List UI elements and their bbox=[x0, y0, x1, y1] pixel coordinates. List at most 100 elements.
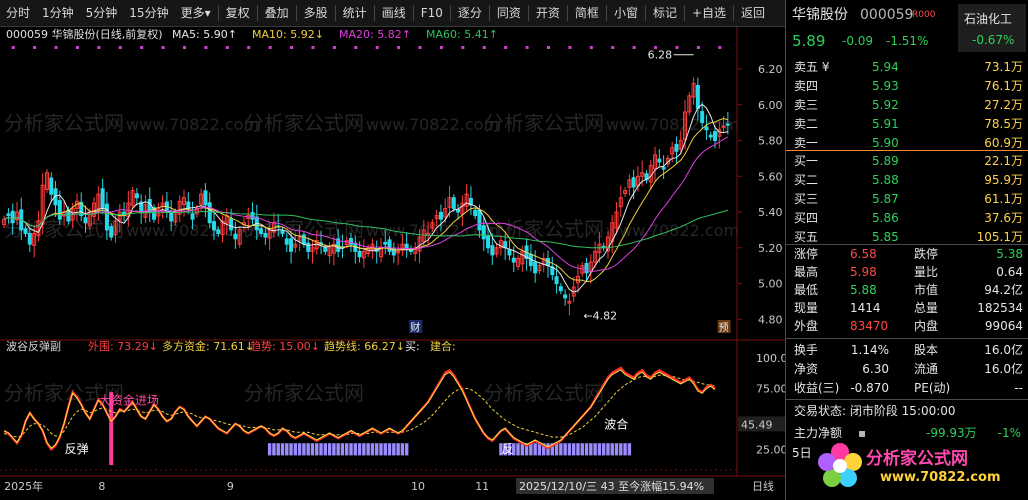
bid-price: 5.89 bbox=[872, 154, 899, 168]
stat-row: 涨停 6.58 跌停 5.38 bbox=[786, 245, 1028, 263]
stat-row: 最低 5.88 市值 94.2亿 bbox=[786, 281, 1028, 299]
candle-body bbox=[473, 209, 478, 217]
candle-body bbox=[83, 217, 88, 224]
signal-dot bbox=[718, 46, 722, 49]
bid-label: 买一 bbox=[794, 154, 819, 168]
signal-dot bbox=[482, 46, 486, 49]
quote-panel: 华锦股份 000059 R000 石油化工 -0.67% 5.89 -0.09 -1.51% 卖… bbox=[785, 0, 1028, 500]
candle-body bbox=[713, 131, 718, 142]
signal-bar bbox=[349, 443, 353, 456]
x-axis-label: 9 bbox=[227, 480, 234, 493]
candle-body bbox=[10, 210, 15, 224]
price-change-pct: -1.51% bbox=[886, 34, 929, 48]
stat-value: 5.88 bbox=[850, 283, 877, 297]
candle-body bbox=[451, 197, 456, 209]
indicator-legend-3: 趋势线: 66.27↓ bbox=[324, 339, 405, 353]
candle-body bbox=[721, 125, 726, 128]
ask-price: 5.91 bbox=[872, 117, 899, 131]
indicator-legend-5: 建合: bbox=[430, 339, 456, 353]
stat-label: 跌停 bbox=[914, 247, 939, 261]
stat-label: 流通 bbox=[914, 362, 939, 376]
candle-body bbox=[533, 261, 538, 274]
signal-bar bbox=[323, 443, 328, 456]
signal-dot bbox=[140, 46, 144, 49]
candle-body bbox=[507, 249, 512, 256]
signal-dot bbox=[397, 46, 401, 49]
signal-dot bbox=[504, 46, 508, 49]
stat-value: 5.38 bbox=[996, 247, 1023, 261]
ask-label: 卖二 bbox=[794, 117, 819, 131]
candle-body bbox=[349, 237, 354, 245]
orderbook-divider bbox=[786, 150, 1028, 151]
signal-dot bbox=[247, 46, 251, 49]
section-divider bbox=[786, 338, 1028, 339]
signal-bar bbox=[614, 443, 619, 456]
stat-value: 6.58 bbox=[850, 247, 877, 261]
stat-row: 最高 5.98 量比 0.64 bbox=[786, 263, 1028, 281]
signal-bar bbox=[345, 443, 349, 456]
trade-status: 交易状态: 闭市阶段 15:00:00 bbox=[794, 404, 956, 418]
candle-body bbox=[511, 257, 516, 263]
candle-body bbox=[404, 243, 409, 249]
signal-dot bbox=[161, 46, 165, 49]
kline-chart[interactable]: 000059 华锦股份(日线,前复权) MA5: 5.90↑ MA10: 5.92↓… bbox=[0, 0, 785, 500]
ask-price: 5.93 bbox=[872, 79, 899, 93]
signal-dot bbox=[418, 46, 422, 49]
ask-volume: 27.2万 bbox=[984, 98, 1023, 112]
indicator-legend-2: 趋势: 15.00↓ bbox=[250, 340, 320, 353]
x-axis-label: 2025年 bbox=[4, 479, 43, 493]
candle-body bbox=[708, 134, 713, 138]
signal-dot bbox=[461, 46, 465, 49]
bid-row: 买二 5.88 95.9万 bbox=[786, 171, 1028, 189]
candle-body bbox=[229, 218, 234, 231]
candle-body bbox=[323, 246, 328, 252]
bid-volume: 95.9万 bbox=[984, 173, 1023, 187]
stat-value: -0.870 bbox=[850, 381, 889, 395]
signal-bar bbox=[297, 443, 302, 456]
signal-bar bbox=[597, 443, 602, 456]
stat-label: 外盘 bbox=[794, 319, 819, 333]
watermark-text: 分析家公式网 bbox=[4, 111, 124, 135]
bid-price: 5.86 bbox=[872, 211, 899, 225]
ask-volume: 78.5万 bbox=[984, 117, 1023, 131]
watermark-url: www.70822.com bbox=[126, 115, 259, 134]
price-axis-label: 5.00 bbox=[758, 278, 783, 291]
candle-body bbox=[477, 209, 482, 231]
indicator-legend-4: 买: bbox=[405, 340, 420, 353]
ask-row: 卖三 5.92 27.2万 bbox=[786, 96, 1028, 114]
signal-bar bbox=[571, 443, 576, 456]
candle-body bbox=[169, 211, 174, 222]
last-price: 5.89 bbox=[792, 32, 826, 50]
signal-dot bbox=[268, 46, 272, 49]
signal-bar bbox=[396, 443, 400, 456]
stock-badge: R000 bbox=[912, 10, 936, 20]
stat-label: 最高 bbox=[794, 265, 819, 279]
trade-status-row: 交易状态: 闭市阶段 15:00:00 bbox=[786, 402, 1028, 420]
stat-value: 16.0亿 bbox=[984, 362, 1023, 376]
candle-body bbox=[216, 229, 221, 234]
signal-bar bbox=[593, 443, 597, 456]
stat-label: 净资 bbox=[794, 362, 819, 376]
signal-bar bbox=[327, 443, 332, 456]
candle-body bbox=[104, 203, 109, 231]
stat-value: 182534 bbox=[977, 301, 1023, 315]
candle-body bbox=[704, 126, 709, 131]
bid-price: 5.87 bbox=[872, 192, 899, 206]
stat-label: 涨停 bbox=[794, 247, 819, 261]
signal-bar bbox=[533, 443, 537, 456]
candle-body bbox=[486, 235, 491, 249]
signal-annotation: 波合 bbox=[604, 417, 628, 432]
candle-body bbox=[438, 211, 443, 220]
bid-row: 买一 5.89 22.1万 bbox=[786, 152, 1028, 170]
candle-body bbox=[695, 84, 700, 109]
ask-label: 卖四 bbox=[794, 79, 819, 93]
signal-annotation: 反 bbox=[501, 442, 513, 456]
tab-5day[interactable]: 5日 bbox=[792, 444, 812, 461]
ma-legend-1: MA10: 5.92↓ bbox=[252, 28, 324, 41]
signal-bar bbox=[392, 443, 396, 456]
signal-bar bbox=[280, 443, 285, 456]
candle-body bbox=[263, 232, 268, 238]
candle-body bbox=[357, 250, 362, 258]
ma-legend-2: MA20: 5.82↑ bbox=[339, 28, 411, 41]
candle-body bbox=[584, 263, 589, 274]
